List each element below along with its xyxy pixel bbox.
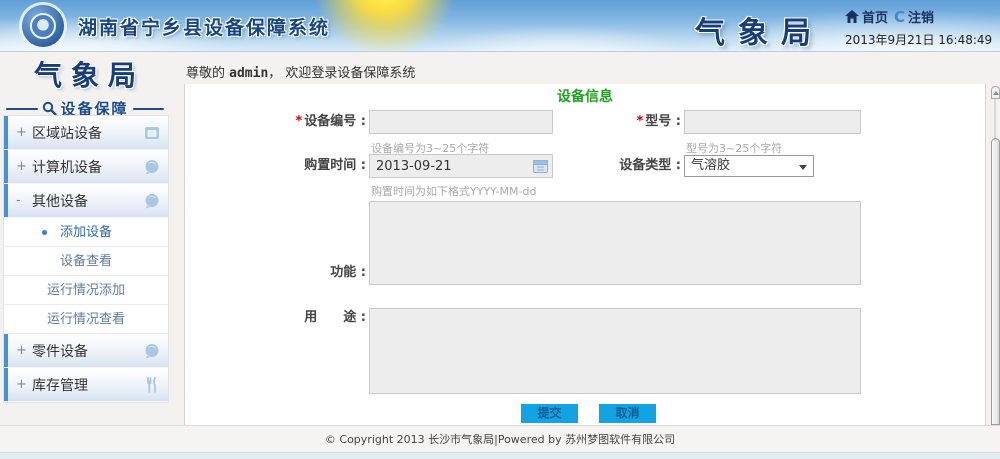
function-textarea[interactable] <box>369 201 861 285</box>
purchase-date-label-text: 购置时间 : <box>304 158 366 173</box>
menu-stripe <box>4 150 8 183</box>
system-title: 湖南省宁乡县设备保障系统 <box>78 13 330 40</box>
sidebar-logo: 气象局 设备保障 <box>0 54 170 119</box>
submenu-label: 设备查看 <box>60 254 112 269</box>
sidebar-item-other-devices[interactable]: - 其他设备 <box>4 184 168 218</box>
window-icon <box>144 125 160 141</box>
device-no-input[interactable] <box>369 110 553 134</box>
expand-plus-icon: + <box>16 343 26 358</box>
collapse-minus-icon: - <box>16 193 26 208</box>
welcome-prefix: 尊敬的 <box>186 66 225 81</box>
device-info-panel: 设备信息 *设备编号 : *型号 : 设备编号为3~25个字符 型号为3~25个… <box>184 84 986 425</box>
rule-right <box>133 108 165 110</box>
menu-label: 其他设备 <box>32 191 88 211</box>
device-type-value: 气溶胶 <box>691 158 730 173</box>
cancel-button[interactable]: 取消 <box>599 404 656 423</box>
purchase-date-label: 购置时间 : <box>185 154 366 178</box>
submenu-label: 运行情况查看 <box>47 312 125 327</box>
header-right: 首页 C 注销 2013年9月21日 16:48:49 <box>845 7 995 48</box>
menu-label: 库存管理 <box>32 375 88 395</box>
header-links: 首页 C 注销 <box>845 7 995 26</box>
scrollbar-thumb[interactable] <box>991 138 1000 425</box>
scrollbar-track <box>994 99 996 139</box>
expand-plus-icon: + <box>16 377 26 392</box>
device-type-select[interactable]: 气溶胶 <box>684 155 814 177</box>
scroll-up-button[interactable] <box>991 86 1000 99</box>
required-asterisk: * <box>295 114 302 129</box>
purchase-date-hint: 购置时间为如下格式YYYY-MM-dd <box>371 183 536 199</box>
sidebar-item-parts[interactable]: + 零件设备 <box>4 334 168 368</box>
purchase-date-input[interactable] <box>369 154 553 178</box>
device-no-label: *设备编号 : <box>185 110 366 134</box>
form-title: 设备信息 <box>185 86 985 106</box>
sidebar-logo-title: 气象局 <box>0 54 170 94</box>
expand-plus-icon: + <box>16 125 26 140</box>
bureau-logo-icon <box>22 5 64 47</box>
logout-label: 注销 <box>908 7 934 26</box>
function-label-text: 功能 : <box>330 265 366 280</box>
comment-icon <box>144 193 160 209</box>
sidebar-item-region-station[interactable]: + 区域站设备 <box>4 116 168 150</box>
sidebar-item-computer[interactable]: + 计算机设备 <box>4 150 168 184</box>
usage-label: 用 途 : <box>185 310 366 326</box>
usage-textarea[interactable] <box>369 308 861 394</box>
submenu-label: 运行情况添加 <box>47 283 125 298</box>
sidebar-subitem-view-device[interactable]: 设备查看 <box>4 247 168 276</box>
home-link[interactable]: 首页 <box>845 7 888 26</box>
page: 湖南省宁乡县设备保障系统 气象局 首页 C 注销 2013年9月21日 16:4… <box>0 0 1000 459</box>
logout-link[interactable]: C 注销 <box>894 7 934 26</box>
welcome-message: 尊敬的 admin， 欢迎登录设备保障系统 <box>186 62 415 81</box>
device-type-label-text: 设备类型 : <box>619 158 681 173</box>
active-bullet-icon <box>42 230 47 235</box>
rule-left <box>6 108 38 110</box>
device-no-label-text: 设备编号 : <box>304 114 366 129</box>
copyright-text: © Copyright 2013 长沙市气象局|Powered by 苏州梦图软… <box>325 433 675 446</box>
menu-stripe <box>4 368 8 401</box>
header-banner: 湖南省宁乡县设备保障系统 气象局 首页 C 注销 2013年9月21日 16:4… <box>0 0 1000 52</box>
purchase-date-field <box>369 154 553 178</box>
footer: © Copyright 2013 长沙市气象局|Powered by 苏州梦图软… <box>0 425 1000 452</box>
menu-stripe <box>4 184 8 217</box>
home-icon <box>845 10 859 23</box>
bureau-logo-inner <box>30 13 56 39</box>
sidebar-subitem-view-run-status[interactable]: 运行情况查看 <box>4 305 168 334</box>
menu-stripe <box>4 334 8 367</box>
sidebar-item-inventory[interactable]: + 库存管理 <box>4 368 168 402</box>
header-datetime: 2013年9月21日 16:48:49 <box>845 31 995 48</box>
welcome-username: admin <box>229 66 268 81</box>
menu-stripe <box>4 116 8 149</box>
logout-icon: C <box>894 10 905 24</box>
model-label-text: 型号 : <box>645 114 681 129</box>
required-asterisk: * <box>636 114 643 129</box>
device-type-label: 设备类型 : <box>565 154 681 178</box>
expand-plus-icon: + <box>16 159 26 174</box>
vertical-scrollbar <box>991 86 1000 425</box>
menu-label: 零件设备 <box>32 341 88 361</box>
menu-label: 区域站设备 <box>32 123 102 143</box>
chevron-down-icon <box>799 165 807 170</box>
bureau-title: 气象局 <box>695 8 824 52</box>
comment-icon <box>144 343 160 359</box>
arrow-up-icon <box>993 91 999 95</box>
bottom-strip <box>0 452 1000 459</box>
submit-button[interactable]: 提交 <box>521 404 578 423</box>
tools-icon <box>144 377 160 393</box>
sidebar-subitem-add-device[interactable]: 添加设备 <box>4 218 168 247</box>
menu-label: 计算机设备 <box>32 157 102 177</box>
usage-label-text: 用 途 : <box>304 310 366 325</box>
model-hint: 型号为3~25个字符 <box>686 140 782 156</box>
comment-icon <box>144 159 160 175</box>
calendar-icon[interactable] <box>533 159 548 173</box>
magnifier-icon <box>42 101 57 116</box>
home-label: 首页 <box>862 7 888 26</box>
sidebar-subitem-add-run-status[interactable]: 运行情况添加 <box>4 276 168 305</box>
sidebar-menu: + 区域站设备 + 计算机设备 - 其他设备 <box>3 115 169 403</box>
submenu-label: 添加设备 <box>60 225 112 240</box>
welcome-suffix: ， 欢迎登录设备保障系统 <box>268 66 415 81</box>
model-label: *型号 : <box>565 110 681 134</box>
model-input[interactable] <box>684 110 861 134</box>
function-label: 功能 : <box>185 265 366 281</box>
